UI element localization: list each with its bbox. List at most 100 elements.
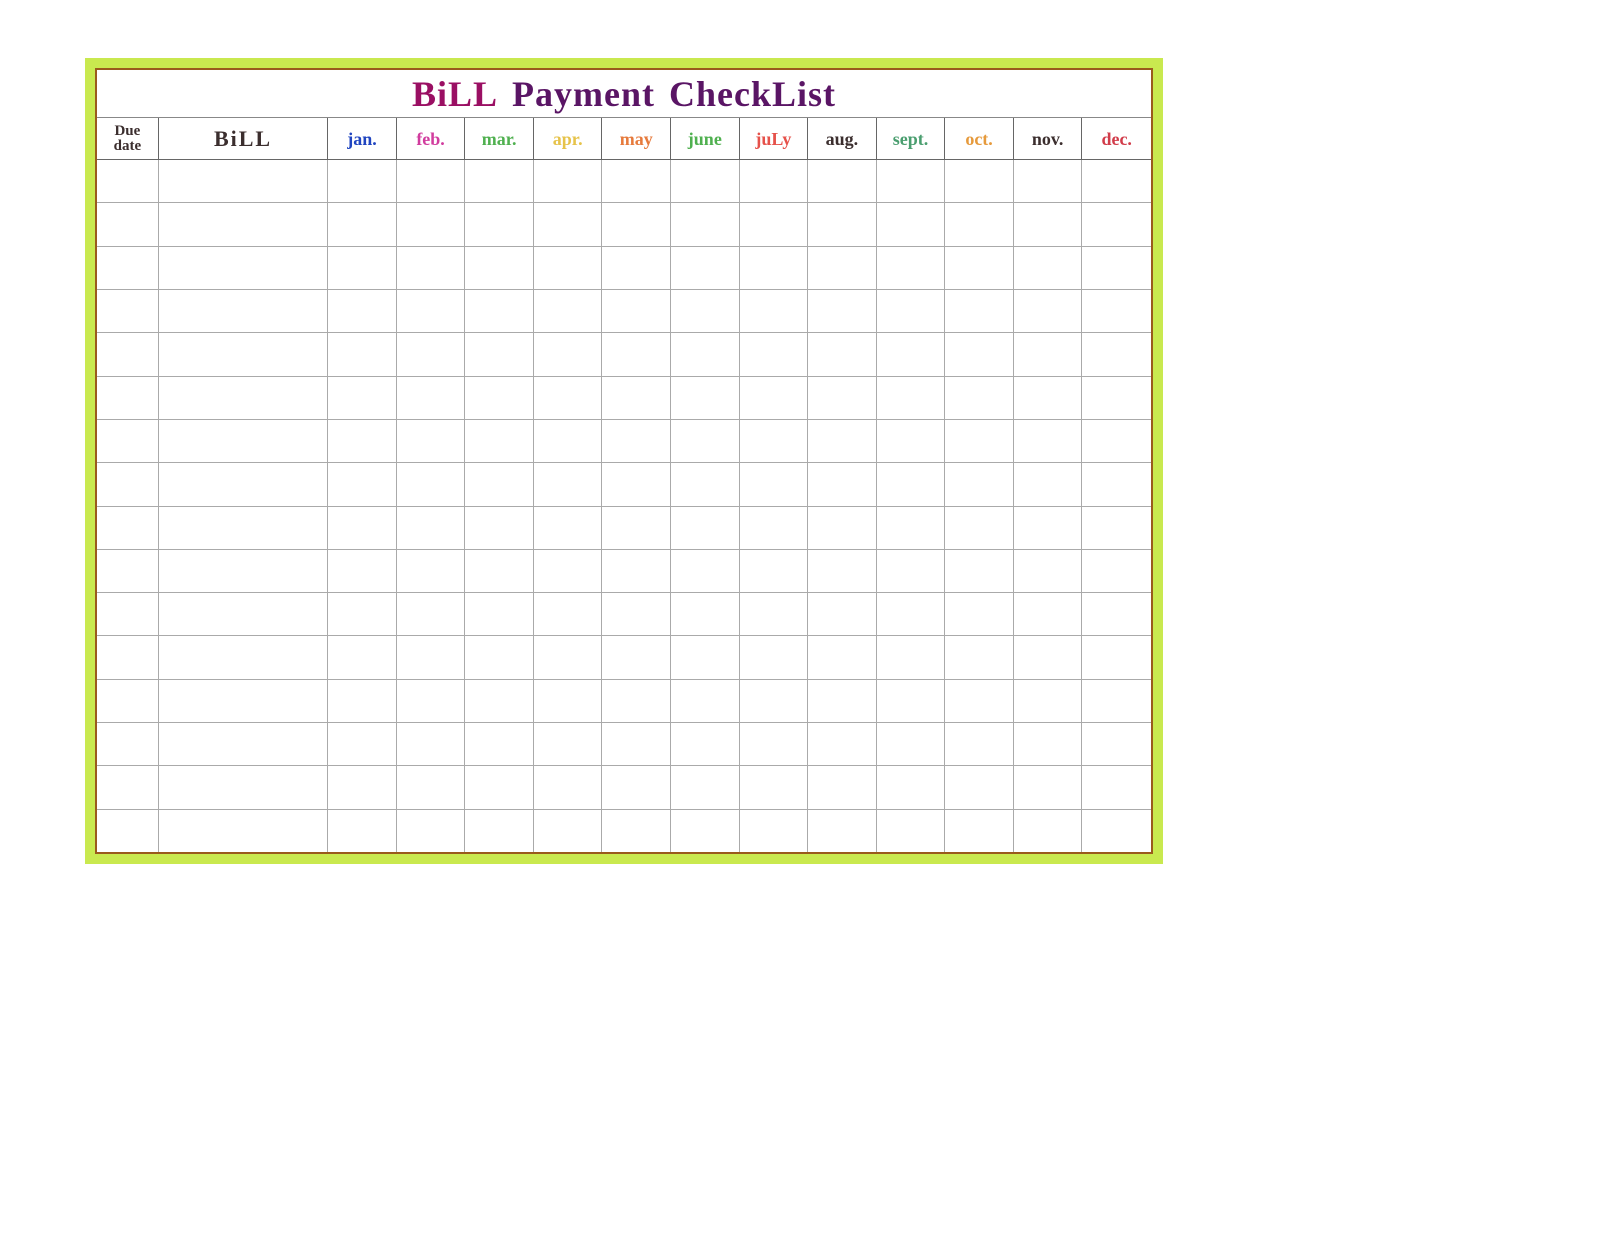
cell-month[interactable]	[602, 463, 671, 505]
cell-month[interactable]	[465, 377, 534, 419]
cell-month[interactable]	[740, 507, 809, 549]
cell-month[interactable]	[1082, 507, 1151, 549]
cell-month[interactable]	[671, 160, 740, 202]
cell-month[interactable]	[877, 636, 946, 678]
cell-month[interactable]	[877, 507, 946, 549]
cell-month[interactable]	[808, 247, 877, 289]
cell-month[interactable]	[1082, 377, 1151, 419]
cell-due-date[interactable]	[97, 723, 159, 765]
cell-month[interactable]	[945, 680, 1014, 722]
cell-month[interactable]	[945, 290, 1014, 332]
cell-month[interactable]	[671, 463, 740, 505]
cell-month[interactable]	[534, 550, 603, 592]
cell-month[interactable]	[945, 636, 1014, 678]
cell-month[interactable]	[740, 420, 809, 462]
cell-month[interactable]	[671, 550, 740, 592]
cell-month[interactable]	[877, 463, 946, 505]
cell-bill[interactable]	[159, 333, 328, 375]
cell-bill[interactable]	[159, 247, 328, 289]
cell-month[interactable]	[1082, 247, 1151, 289]
cell-month[interactable]	[740, 160, 809, 202]
cell-month[interactable]	[328, 247, 397, 289]
cell-month[interactable]	[328, 463, 397, 505]
cell-month[interactable]	[1014, 203, 1083, 245]
cell-month[interactable]	[1082, 290, 1151, 332]
cell-month[interactable]	[1082, 160, 1151, 202]
cell-month[interactable]	[397, 593, 466, 635]
cell-month[interactable]	[397, 766, 466, 808]
cell-month[interactable]	[877, 247, 946, 289]
cell-month[interactable]	[465, 593, 534, 635]
cell-month[interactable]	[465, 810, 534, 852]
cell-month[interactable]	[328, 766, 397, 808]
cell-month[interactable]	[397, 550, 466, 592]
cell-month[interactable]	[808, 636, 877, 678]
cell-month[interactable]	[397, 636, 466, 678]
cell-month[interactable]	[808, 420, 877, 462]
cell-month[interactable]	[397, 160, 466, 202]
cell-month[interactable]	[465, 203, 534, 245]
cell-month[interactable]	[397, 723, 466, 765]
cell-month[interactable]	[808, 593, 877, 635]
cell-bill[interactable]	[159, 766, 328, 808]
cell-bill[interactable]	[159, 723, 328, 765]
cell-bill[interactable]	[159, 550, 328, 592]
cell-month[interactable]	[534, 810, 603, 852]
cell-month[interactable]	[1014, 377, 1083, 419]
cell-month[interactable]	[945, 593, 1014, 635]
cell-month[interactable]	[465, 723, 534, 765]
cell-month[interactable]	[808, 723, 877, 765]
cell-month[interactable]	[1082, 203, 1151, 245]
cell-month[interactable]	[808, 203, 877, 245]
cell-due-date[interactable]	[97, 507, 159, 549]
cell-month[interactable]	[808, 333, 877, 375]
cell-month[interactable]	[1014, 723, 1083, 765]
cell-due-date[interactable]	[97, 420, 159, 462]
cell-due-date[interactable]	[97, 810, 159, 852]
cell-month[interactable]	[1014, 333, 1083, 375]
cell-month[interactable]	[328, 593, 397, 635]
cell-due-date[interactable]	[97, 247, 159, 289]
cell-month[interactable]	[602, 766, 671, 808]
cell-month[interactable]	[740, 247, 809, 289]
cell-month[interactable]	[671, 766, 740, 808]
cell-month[interactable]	[328, 550, 397, 592]
cell-month[interactable]	[465, 247, 534, 289]
cell-due-date[interactable]	[97, 377, 159, 419]
cell-month[interactable]	[1082, 810, 1151, 852]
cell-month[interactable]	[397, 463, 466, 505]
cell-month[interactable]	[740, 463, 809, 505]
cell-month[interactable]	[945, 203, 1014, 245]
cell-due-date[interactable]	[97, 550, 159, 592]
cell-month[interactable]	[465, 766, 534, 808]
cell-month[interactable]	[397, 290, 466, 332]
cell-bill[interactable]	[159, 636, 328, 678]
cell-month[interactable]	[945, 810, 1014, 852]
cell-month[interactable]	[877, 680, 946, 722]
cell-month[interactable]	[397, 680, 466, 722]
cell-month[interactable]	[740, 593, 809, 635]
cell-month[interactable]	[808, 810, 877, 852]
cell-month[interactable]	[534, 507, 603, 549]
cell-month[interactable]	[671, 680, 740, 722]
cell-month[interactable]	[1082, 420, 1151, 462]
cell-bill[interactable]	[159, 203, 328, 245]
cell-month[interactable]	[1082, 463, 1151, 505]
cell-due-date[interactable]	[97, 203, 159, 245]
cell-month[interactable]	[328, 203, 397, 245]
cell-month[interactable]	[602, 420, 671, 462]
cell-month[interactable]	[328, 290, 397, 332]
cell-month[interactable]	[397, 420, 466, 462]
cell-month[interactable]	[534, 593, 603, 635]
cell-month[interactable]	[1082, 593, 1151, 635]
cell-month[interactable]	[671, 420, 740, 462]
cell-month[interactable]	[740, 203, 809, 245]
cell-month[interactable]	[602, 593, 671, 635]
cell-month[interactable]	[740, 680, 809, 722]
cell-month[interactable]	[877, 810, 946, 852]
cell-month[interactable]	[602, 203, 671, 245]
cell-month[interactable]	[602, 290, 671, 332]
cell-month[interactable]	[465, 463, 534, 505]
cell-month[interactable]	[1014, 810, 1083, 852]
cell-month[interactable]	[671, 636, 740, 678]
